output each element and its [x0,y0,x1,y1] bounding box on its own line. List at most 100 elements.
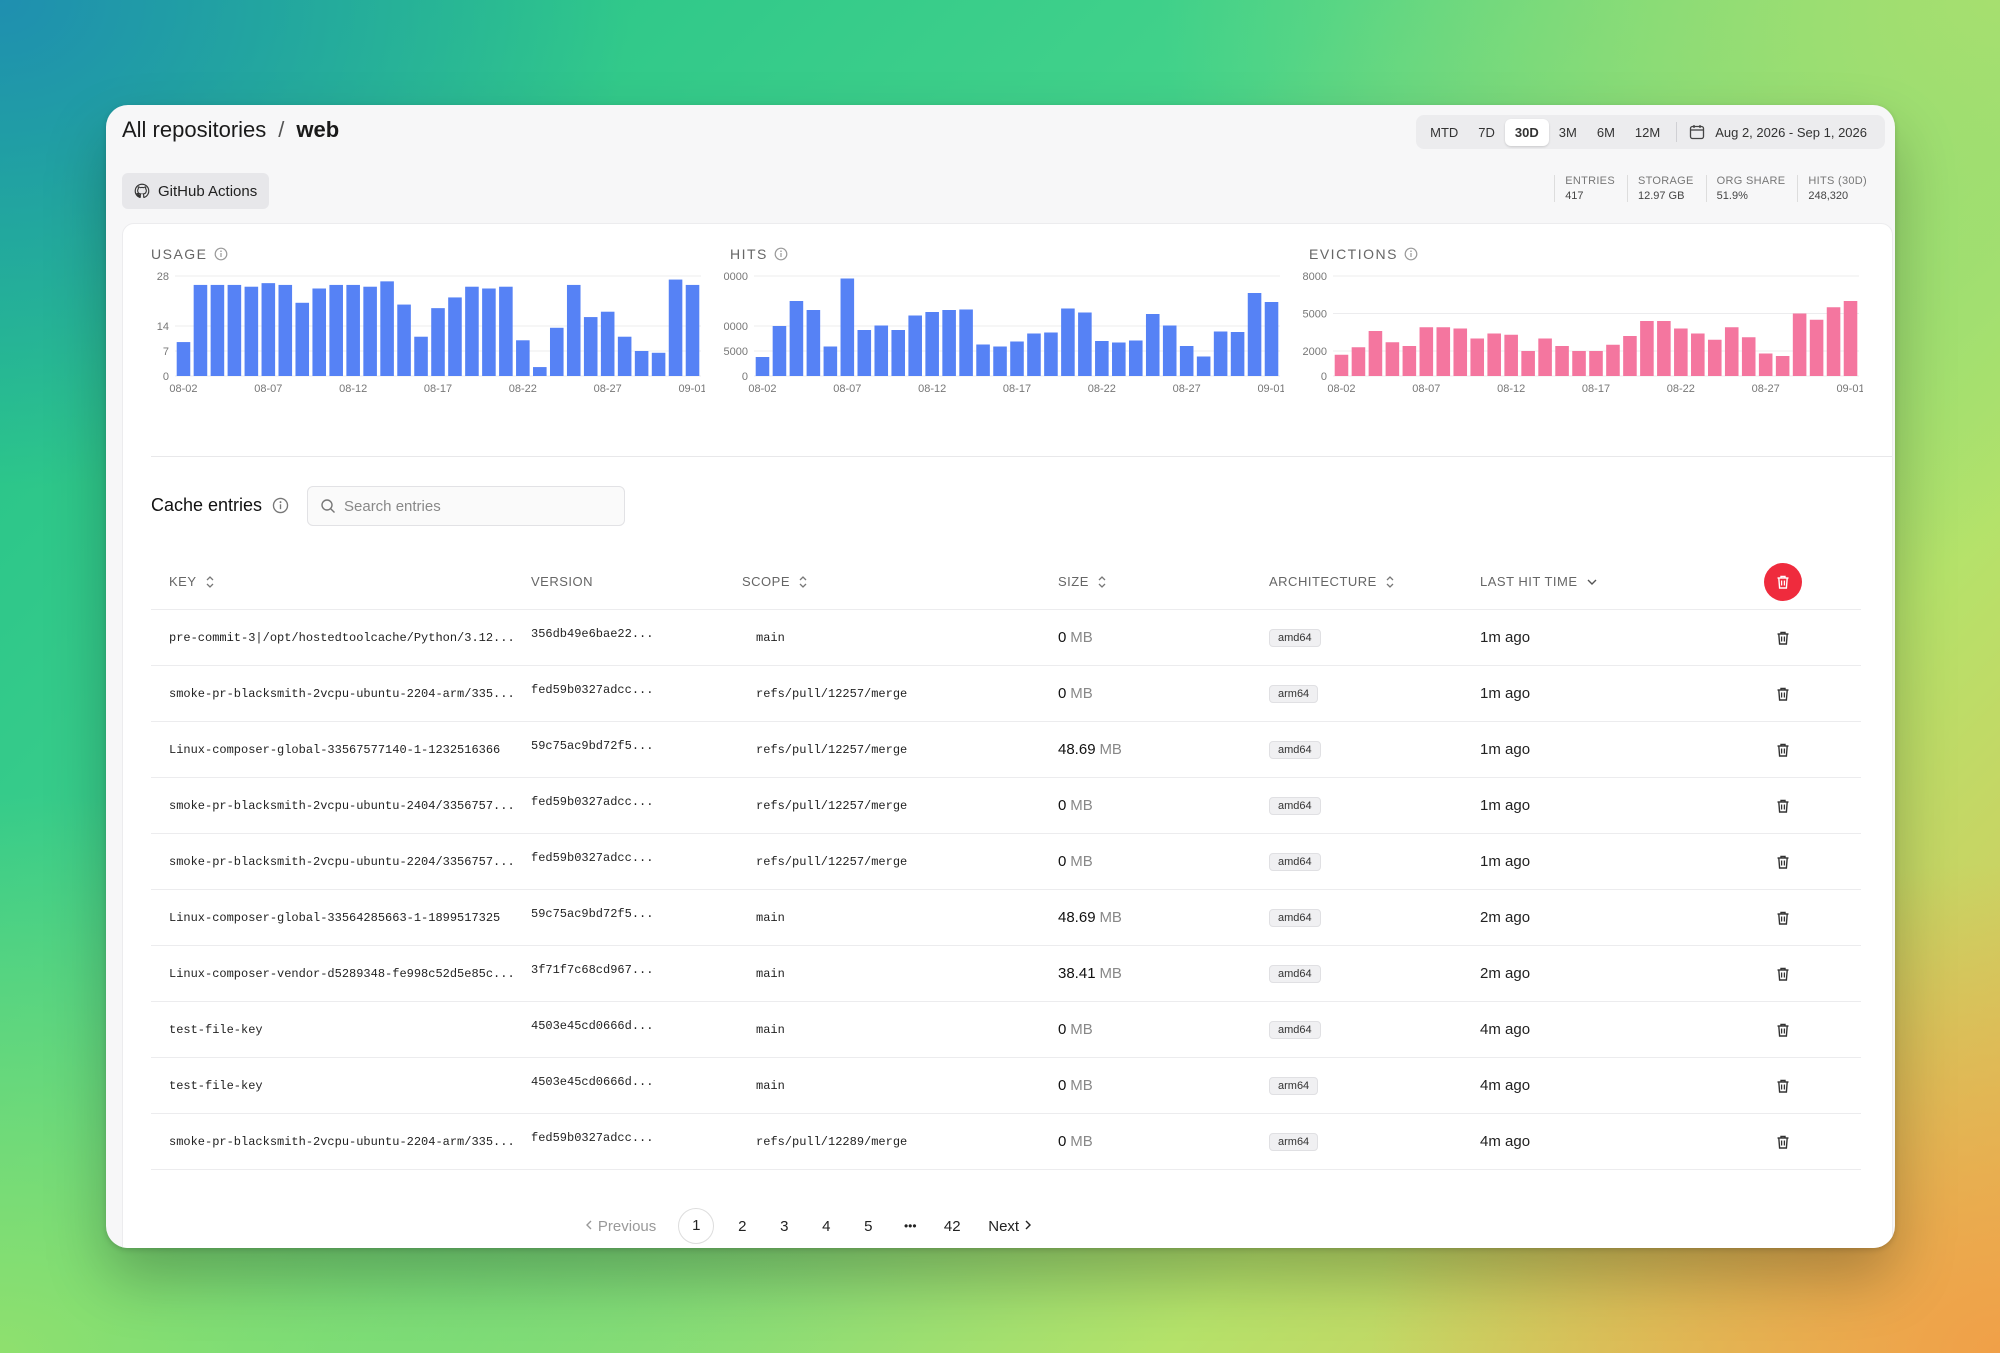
table-row[interactable]: pre-commit-3|/opt/hostedtoolcache/Python… [151,610,1861,666]
info-icon[interactable] [214,247,228,261]
chart-bar[interactable] [1230,332,1245,376]
chart-bar[interactable] [1453,328,1468,377]
page-1-button[interactable]: 1 [678,1208,715,1244]
chart-bar[interactable] [1078,312,1092,377]
chart-bar[interactable] [1402,346,1417,376]
chart-bar[interactable] [976,344,990,377]
chart-bar[interactable] [1179,346,1194,376]
date-range-picker[interactable]: Aug 2, 2026 - Sep 1, 2026 [1683,124,1881,140]
chart-bar[interactable] [1095,341,1109,376]
chart-bar[interactable] [1351,347,1366,376]
column-key-header[interactable]: KEY [151,574,531,589]
github-actions-chip[interactable]: GitHub Actions [122,173,270,209]
chart-bar[interactable] [549,327,564,376]
chart-bar[interactable] [651,352,666,376]
table-row[interactable]: Linux-composer-vendor-d5289348-fe998c52d… [151,946,1861,1002]
chart-bar[interactable] [1196,356,1211,377]
chart-bar[interactable] [363,286,377,376]
chart-bar[interactable] [346,284,360,376]
more-pages-icon[interactable]: ••• [896,1219,924,1233]
chart-bar[interactable] [583,317,598,376]
chart-bar[interactable] [210,284,225,376]
delete-entry-button[interactable] [1733,798,1833,814]
chart-bar[interactable] [874,325,889,377]
table-row[interactable]: Linux-composer-global-33567577140-1-1232… [151,722,1861,778]
chart-bar[interactable] [482,288,496,377]
delete-entry-button[interactable] [1733,1078,1833,1094]
chart-bar[interactable] [806,310,821,376]
info-icon[interactable] [1404,247,1418,261]
chart-bar[interactable] [1112,342,1126,377]
next-page-button[interactable]: Next [988,1218,1033,1235]
chart-bar[interactable] [789,301,804,376]
delete-entry-button[interactable] [1733,630,1833,646]
page-5-button[interactable]: 5 [854,1218,882,1235]
chart-bar[interactable] [1145,314,1160,376]
delete-entry-button[interactable] [1733,1022,1833,1038]
chart-bar[interactable] [1589,351,1603,376]
chart-bar[interactable] [516,340,530,376]
chart-bar[interactable] [823,346,838,377]
chart-bar[interactable] [1385,342,1400,376]
chart-bar[interactable] [1707,339,1722,376]
delete-entry-button[interactable] [1733,742,1833,758]
chart-bar[interactable] [1027,333,1041,377]
delete-entry-button[interactable] [1733,854,1833,870]
chart-bar[interactable] [772,326,787,376]
chart-bar[interactable] [857,330,872,376]
chart-bar[interactable] [244,286,259,376]
chart-bar[interactable] [1674,328,1688,377]
chart-bar[interactable] [448,297,462,376]
delete-entry-button[interactable] [1733,1134,1833,1150]
chart-bar[interactable] [312,288,327,377]
chart-bar[interactable] [891,330,906,376]
chart-bar[interactable] [942,310,956,376]
table-row[interactable]: smoke-pr-blacksmith-2vcpu-ubuntu-2204-ar… [151,1114,1861,1170]
column-architecture-header[interactable]: ARCHITECTURE [1269,574,1480,589]
chart-bar[interactable] [1741,337,1756,376]
table-row[interactable]: smoke-pr-blacksmith-2vcpu-ubuntu-2404/33… [151,778,1861,834]
chart-bar[interactable] [1758,353,1773,377]
delete-entry-button[interactable] [1733,910,1833,926]
chart-bar[interactable] [617,336,632,376]
chart-bar[interactable] [1436,327,1451,376]
chart-bar[interactable] [1775,356,1790,376]
chart-bar[interactable] [465,286,479,376]
chart-bar[interactable] [1128,340,1143,377]
column-last-hit-header[interactable]: LAST HIT TIME [1480,574,1733,589]
chart-bar[interactable] [1061,308,1075,377]
chart-bar[interactable] [1572,351,1586,376]
chart-bar[interactable] [1419,327,1434,376]
chart-bar[interactable] [1640,321,1654,376]
chart-bar[interactable] [685,284,700,376]
chart-bar[interactable] [1044,332,1058,377]
range-12m-button[interactable]: 12M [1625,119,1670,146]
column-scope-header[interactable]: SCOPE [742,574,1058,589]
chart-bar[interactable] [668,279,683,376]
chart-bar[interactable] [176,342,191,376]
table-row[interactable]: test-file-key 4503e45cd0666d... main 0 MB am… [151,1002,1861,1058]
table-row[interactable]: smoke-pr-blacksmith-2vcpu-ubuntu-2204/33… [151,834,1861,890]
chart-bar[interactable] [1504,334,1518,376]
search-input[interactable] [344,497,614,515]
chart-bar[interactable] [397,304,411,376]
chart-bar[interactable] [1623,336,1637,376]
range-30d-button[interactable]: 30D [1504,118,1549,146]
chart-bar[interactable] [1334,354,1349,376]
chart-bar[interactable] [1213,331,1228,377]
page-4-button[interactable]: 4 [812,1218,840,1235]
chart-bar[interactable] [1809,319,1824,376]
chart-bar[interactable] [295,302,310,376]
info-icon[interactable] [774,247,788,261]
chart-bar[interactable] [533,367,547,376]
range-7d-button[interactable]: 7D [1468,119,1505,146]
chart-bar[interactable] [1538,338,1552,377]
table-row[interactable]: Linux-composer-global-33564285663-1-1899… [151,890,1861,946]
chart-bar[interactable] [1247,293,1262,376]
chart-bar[interactable] [1264,302,1279,376]
chart-bar[interactable] [1606,344,1620,376]
chart-bar[interactable] [1724,327,1739,376]
chart-bar[interactable] [329,284,343,376]
chart-bar[interactable] [227,284,242,376]
range-3m-button[interactable]: 3M [1549,119,1587,146]
